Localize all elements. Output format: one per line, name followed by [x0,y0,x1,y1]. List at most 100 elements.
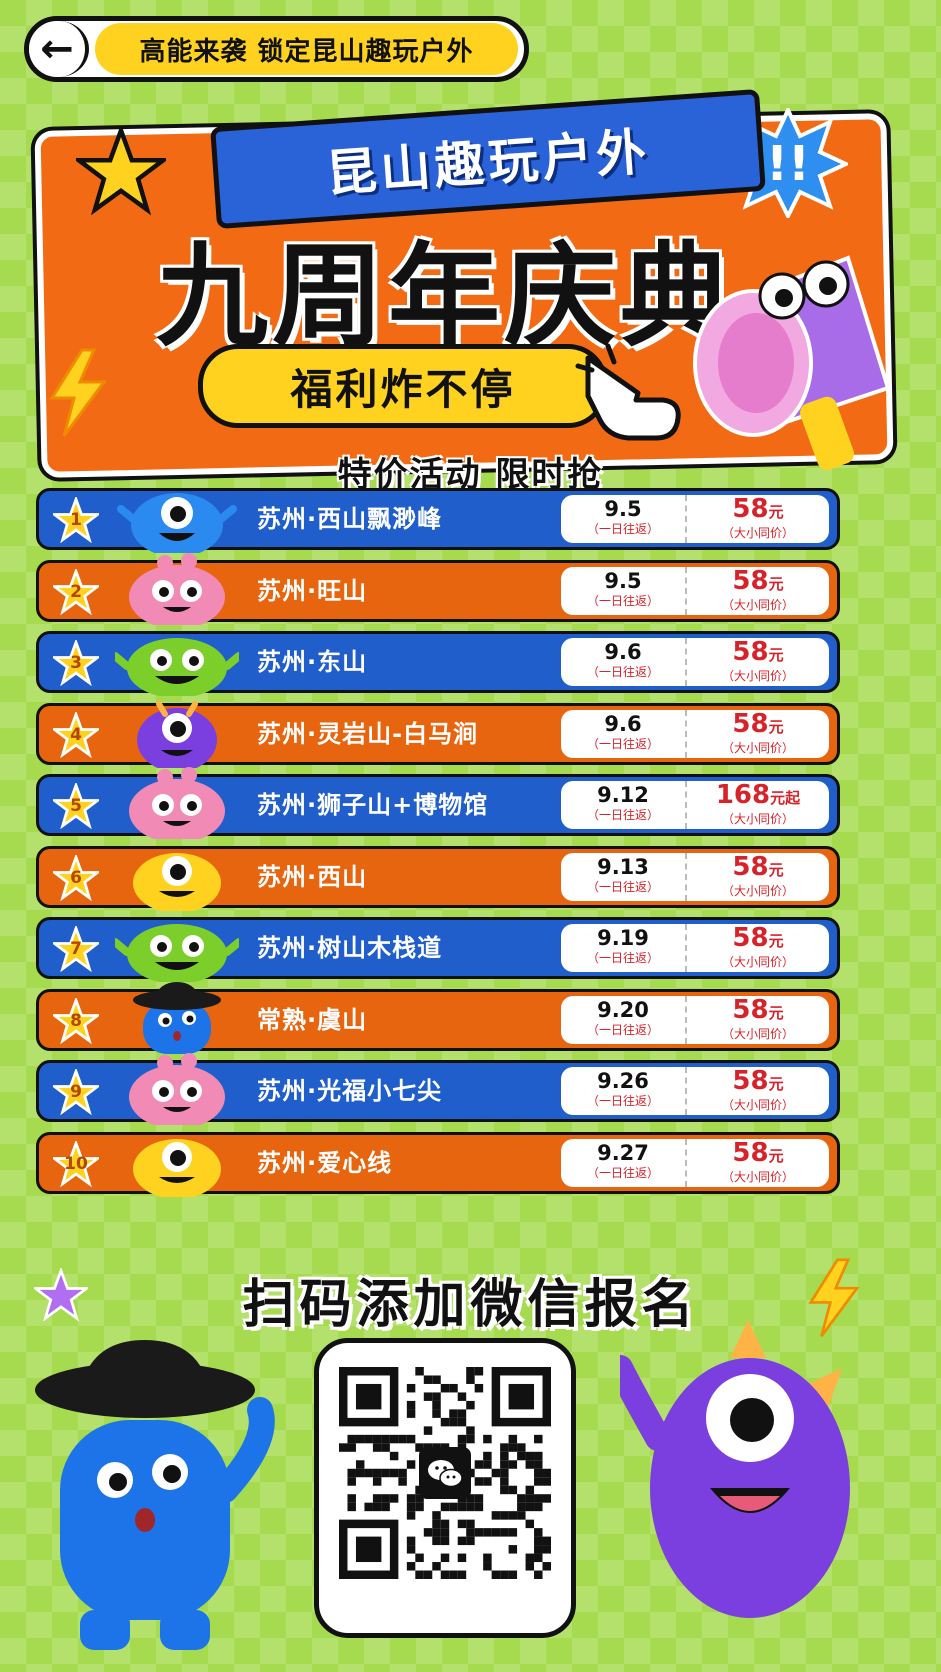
green-monster-mascot [115,924,239,982]
trip-price-unit: 元 [768,1075,784,1093]
qr-code-card[interactable] [314,1338,576,1638]
trip-date-block: 9.27 （一日往返） [561,1138,687,1187]
trip-date: 9.5 [604,497,642,521]
trip-price-note: （大小同价） [721,526,794,540]
page-title: 高能来袭 锁定昆山趣玩户外 [95,23,518,75]
trip-date-block: 9.20 （一日往返） [561,995,687,1044]
rank-number: 9 [70,1082,82,1102]
trip-date-block: 9.5 （一日往返） [561,566,687,615]
trip-date: 9.20 [597,997,649,1022]
trip-price-block: 58元 （大小同价） [687,853,829,901]
trip-price-unit: 元 [768,932,784,950]
trip-date: 9.6 [604,640,642,664]
trip-row[interactable]: 5 苏州·狮子山+博物馆 9.12 （一日往返） 168元起 （大小同价） [36,767,840,839]
purple-cyclops-mascot [620,1320,850,1618]
trip-row[interactable]: 6 苏州·西山 9.13 （一日往返） 58元 （大小同价） [36,845,840,911]
trip-price-note: （大小同价） [721,883,794,898]
trip-info-card: 9.27 （一日往返） 58元 （大小同价） [561,1137,829,1187]
blue-hat-mascot [35,1340,275,1650]
trip-destination: 苏州·树山木栈道 [257,934,443,962]
trip-info-card: 9.6 （一日往返） 58元 （大小同价） [561,638,829,686]
rank-star-icon: 5 [50,781,102,830]
rank-star-icon: 9 [50,1067,102,1116]
trip-price: 58 [732,994,769,1025]
trip-price: 58 [732,494,769,524]
trip-date-note: （一日往返） [586,665,659,679]
trip-price: 58 [732,708,769,739]
top-bar: ← 高能来袭 锁定昆山趣玩户外 [24,16,529,82]
trip-row[interactable]: 7 苏州·树山木栈道 9.19 （一日往返） 58元 （大小同价） [36,917,840,982]
trip-price-note: （大小同价） [721,740,794,755]
pink-fluffy-mascot [129,767,225,839]
trip-row[interactable]: 8 常熟·虞山 9.20 （一日往返） 58元 （大小同价） [36,981,840,1054]
trip-info-card: 9.5 （一日往返） 58元 （大小同价） [561,566,829,615]
trip-destination: 苏州·灵岩山-白马涧 [257,719,479,748]
trip-price: 58 [732,923,769,953]
trip-price-unit: 元 [768,1146,784,1165]
trip-date-block: 9.13 （一日往返） [561,852,687,901]
trip-info-card: 9.6 （一日往返） 58元 （大小同价） [561,708,829,758]
rank-number: 5 [70,796,82,816]
trip-date: 9.27 [597,1140,649,1165]
trip-row[interactable]: 9 苏州·光福小七尖 9.26 （一日往返） 58元 （大小同价） [36,1053,840,1125]
trip-info-card: 9.13 （一日往返） 58元 （大小同价） [561,852,829,901]
trip-row[interactable]: 10 苏州·爱心线 9.27 （一日往返） 58元 （大小同价） [36,1131,840,1197]
trip-list: 1 苏州·西山飘渺峰 9.5 （一日往返） 58元 （大小同价） 2 苏州·旺山 9.5 （一日往… [36,488,840,1203]
sparkle-star-icon [34,1268,88,1322]
trip-date: 9.19 [597,926,649,950]
trip-price: 168 [715,780,771,810]
trip-price-unit: 元 [768,1003,784,1022]
trip-row[interactable]: 4 苏州·灵岩山-白马涧 9.6 （一日往返） 58元 （大小同价） [36,700,840,768]
trip-date: 9.6 [604,711,642,736]
trip-price-unit: 元起 [770,789,801,807]
rank-star-icon: 2 [50,566,102,615]
trip-date-block: 9.5 （一日往返） [561,495,687,543]
rank-number: 7 [70,939,82,959]
purple-cyclops-mascot [137,700,217,768]
rank-star-icon: 6 [50,852,102,901]
trip-row[interactable]: 3 苏州·东山 9.6 （一日往返） 58元 （大小同价） [36,631,840,696]
rank-star-icon: 8 [50,995,102,1044]
trip-price-unit: 元 [768,717,784,736]
trip-price-block: 58元 （大小同价） [687,495,829,543]
rank-star-icon: 4 [50,709,102,758]
rank-number: 6 [70,867,82,888]
trip-info-card: 9.26 （一日往返） 58元 （大小同价） [561,1067,829,1115]
trip-price-unit: 元 [768,860,784,879]
trip-date-block: 9.6 （一日往返） [561,709,687,758]
rank-star-icon: 10 [50,1138,102,1187]
trip-price-note: （大小同价） [721,669,794,683]
rank-number: 1 [70,510,82,530]
trip-destination: 苏州·旺山 [257,576,368,605]
trip-date: 9.12 [597,783,649,807]
trip-date-note: （一日往返） [586,522,659,536]
trip-date-note: （一日往返） [586,736,659,751]
star-icon [76,126,166,216]
trip-date: 9.26 [597,1069,649,1093]
rank-number: 3 [70,653,82,673]
trip-date-note: （一日往返） [586,879,659,894]
trip-price: 58 [732,1137,769,1168]
svg-text:!!: !! [766,136,810,192]
trip-date-note: （一日往返） [586,808,659,822]
trip-date-block: 9.12 （一日往返） [561,781,687,829]
trip-date-note: （一日往返） [586,1094,659,1108]
trip-price-note: （大小同价） [721,597,794,612]
rank-number: 8 [70,1010,82,1031]
trip-info-card: 9.5 （一日往返） 58元 （大小同价） [561,495,829,543]
wechat-icon [419,1447,471,1499]
trip-destination: 苏州·西山飘渺峰 [257,505,443,533]
lightning-icon [49,348,107,437]
trip-price: 58 [732,1066,769,1096]
trip-info-card: 9.19 （一日往返） 58元 （大小同价） [561,924,829,972]
blue-cyclops-mascot [117,493,237,553]
trip-info-card: 9.20 （一日往返） 58元 （大小同价） [561,994,829,1044]
trip-price-block: 58元 （大小同价） [687,567,829,615]
back-button[interactable]: ← [29,21,89,77]
trip-row[interactable]: 1 苏州·西山飘渺峰 9.5 （一日往返） 58元 （大小同价） [36,488,840,553]
trip-row[interactable]: 2 苏州·旺山 9.5 （一日往返） 58元 （大小同价） [36,552,840,625]
trip-price-note: （大小同价） [721,955,794,969]
trip-price: 58 [732,851,769,882]
blue-hat-mascot [133,981,221,1054]
rank-number: 10 [64,1153,88,1174]
